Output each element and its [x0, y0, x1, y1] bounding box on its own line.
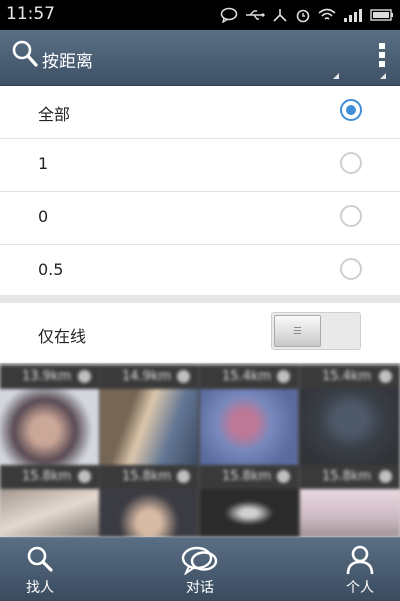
status-icons — [220, 6, 394, 24]
alarm-icon — [296, 9, 310, 23]
distance-filter-list: 全部 1 0 0.5 — [0, 86, 400, 297]
filter-option-label: 全部 — [38, 105, 71, 124]
overflow-menu-icon[interactable] — [378, 42, 386, 68]
status-time: 11:57 — [6, 4, 55, 24]
person-icon — [346, 545, 374, 575]
online-only-label: 仅在线 — [38, 327, 87, 346]
nav-label: 个人 — [346, 580, 374, 596]
share-icon — [273, 9, 287, 22]
bottom-nav: 找人 对话 个人 — [0, 537, 400, 601]
filter-option-all[interactable]: 全部 — [0, 86, 400, 139]
filter-option-label: 0.5 — [38, 260, 64, 279]
sort-by-distance-title[interactable]: 按距离 — [42, 47, 93, 72]
radio-unselected-icon[interactable] — [340, 152, 362, 174]
wifi-icon — [318, 8, 336, 20]
filter-option-0-5[interactable]: 0.5 — [0, 245, 400, 297]
battery-icon — [370, 9, 393, 21]
chat-bubbles-icon — [181, 546, 218, 575]
menu-indicator-icon — [380, 73, 386, 79]
chat-notification-icon — [220, 7, 238, 23]
radio-unselected-icon[interactable] — [340, 205, 362, 227]
grid-overlay — [0, 365, 400, 537]
dropdown-indicator-icon — [333, 73, 339, 79]
radio-unselected-icon[interactable] — [340, 258, 362, 280]
search-icon[interactable] — [12, 40, 38, 68]
radio-selected-icon[interactable] — [340, 99, 362, 121]
filter-option-label: 1 — [38, 154, 49, 173]
usb-icon — [246, 10, 265, 20]
nav-profile[interactable]: 个人 — [320, 538, 400, 601]
filter-option-0[interactable]: 0 — [0, 192, 400, 245]
nav-label: 对话 — [186, 580, 214, 596]
nav-chat[interactable]: 对话 — [160, 538, 240, 601]
status-bar: 11:57 — [0, 0, 400, 30]
nav-find-people[interactable]: 找人 — [0, 538, 80, 601]
toggle-knob[interactable] — [274, 315, 321, 347]
action-bar: 按距离 — [0, 30, 400, 86]
search-icon — [27, 546, 53, 572]
nav-label: 找人 — [26, 580, 54, 596]
section-divider — [0, 295, 400, 303]
online-only-toggle[interactable] — [271, 312, 361, 350]
signal-icon — [344, 9, 362, 22]
filter-option-1[interactable]: 1 — [0, 139, 400, 192]
grip-icon — [294, 327, 301, 336]
filter-option-label: 0 — [38, 207, 49, 226]
